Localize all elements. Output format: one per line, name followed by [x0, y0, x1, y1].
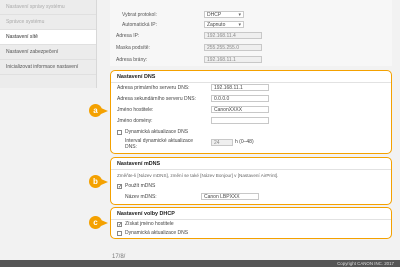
auto-ip-select[interactable]: Zapnuto [204, 21, 244, 29]
dhcp-dynamic-dns-row: Dynamická aktualizace DNS [117, 229, 188, 237]
callout-badge-b: b [89, 175, 108, 188]
gateway-row: Adresa brány: [116, 55, 147, 64]
mdns-section: Nastavení mDNS Změňte-li [Název mDNS], z… [110, 157, 392, 205]
interval-label: Interval dynamické aktualizace DNS: [125, 138, 194, 150]
use-mdns-label: Použít mDNS [125, 183, 156, 189]
gateway-field: 192.168.11.1 [204, 56, 262, 63]
dynamic-dns-label: Dynamická aktualizace DNS [125, 129, 189, 135]
sidebar-item-system-management[interactable]: Nastavení správy systému [0, 0, 96, 15]
mdns-name-label: Název mDNS: [125, 194, 157, 200]
sidebar-item-system-manager[interactable]: Správce systému [0, 15, 96, 30]
dhcp-option-section: Nastavení volby DHCP ✓ Získat jméno host… [110, 207, 392, 239]
mdns-name-input[interactable]: Canon LBPXXX [201, 193, 259, 200]
copyright-text: Copyright CANON INC. 2017 [337, 261, 394, 266]
mask-label: Maska podsítě: [116, 44, 150, 51]
use-mdns-row: ✓ Použít mDNS [117, 182, 155, 190]
use-mdns-checkbox[interactable]: ✓ [117, 183, 122, 189]
dns-section: Nastavení DNS Adresa primárního serveru … [110, 70, 392, 154]
dynamic-dns-checkbox[interactable] [117, 129, 122, 135]
protocol-row: Vybrat protokol: [122, 10, 157, 19]
interval-input: 24 [211, 139, 233, 146]
auto-ip-row: Automatická IP: [122, 20, 157, 29]
dns-secondary-input[interactable]: 0.0.0.0 [211, 95, 269, 102]
mdns-note: Změňte-li [Název mDNS], změní se také [N… [117, 172, 279, 178]
ip-label: Adresa IP: [116, 32, 140, 39]
sidebar-item-network-settings[interactable]: Nastavení sítě [0, 30, 96, 45]
dns-secondary-label: Adresa sekundárního serveru DNS: [117, 96, 196, 102]
mdns-section-title: Nastavení mDNS [111, 158, 391, 170]
sidebar-item-initialize-settings[interactable]: Inicializovat informace nastavení [0, 60, 96, 75]
sidebar-item-security-settings[interactable]: Nastavení zabezpečení [0, 45, 96, 60]
ip-settings: Vybrat protokol: DHCP Automatická IP: Za… [110, 0, 392, 66]
dns-primary-label: Adresa primárního serveru DNS: [117, 85, 190, 91]
mask-row: Maska podsítě: [116, 43, 150, 52]
callout-badge-a: a [89, 104, 108, 117]
auto-ip-label: Automatická IP: [122, 21, 158, 28]
dhcp-dynamic-dns-checkbox[interactable] [117, 230, 122, 236]
domain-name-label: Jméno domény: [117, 118, 153, 124]
get-hostname-checkbox[interactable]: ✓ [117, 221, 122, 227]
ip-row: Adresa IP: [116, 31, 139, 40]
host-name-label: Jméno hostitele: [117, 107, 154, 113]
dhcp-dynamic-dns-label: Dynamická aktualizace DNS [125, 230, 189, 236]
sidebar: Nastavení správy systému Správce systému… [0, 0, 97, 88]
callout-badge-c: c [89, 216, 108, 229]
main-panel: Vybrat protokol: DHCP Automatická IP: Za… [110, 0, 392, 260]
gateway-label: Adresa brány: [116, 56, 148, 63]
ip-field: 192.168.11.4 [204, 32, 262, 39]
dhcp-section-title: Nastavení volby DHCP [111, 208, 391, 220]
get-hostname-row: ✓ Získat jméno hostitele [117, 220, 174, 228]
footer: Copyright CANON INC. 2017 [0, 260, 400, 267]
dns-section-title: Nastavení DNS [111, 71, 391, 83]
dns-primary-input[interactable]: 192.168.11.1 [211, 84, 269, 91]
interval-unit: h (0–48) [235, 139, 254, 145]
host-name-input[interactable]: CanonXXXX [211, 106, 269, 113]
get-hostname-label: Získat jméno hostitele [125, 221, 174, 227]
protocol-label: Vybrat protokol: [122, 11, 157, 18]
dynamic-dns-row: Dynamická aktualizace DNS [117, 128, 188, 136]
mask-field: 255.255.255.0 [204, 44, 262, 51]
protocol-select[interactable]: DHCP [204, 11, 244, 19]
domain-name-input[interactable] [211, 117, 269, 124]
